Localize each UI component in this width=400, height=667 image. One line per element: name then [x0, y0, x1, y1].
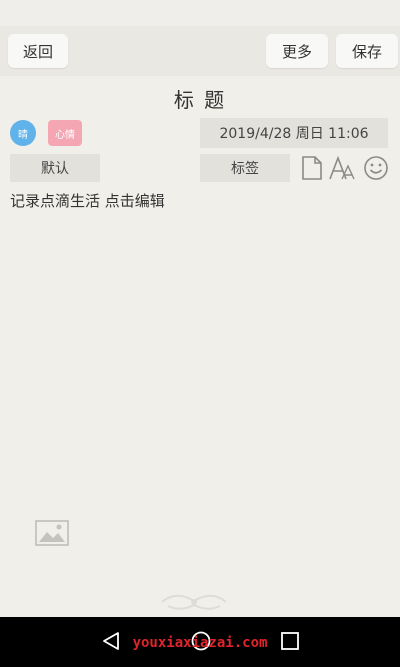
emoji-icon[interactable] [362, 154, 390, 182]
doc-icon[interactable] [298, 154, 326, 182]
back-button[interactable]: 返回 [8, 34, 68, 68]
watermark-text: youxiaxiazai.com [132, 635, 268, 651]
category-selector[interactable]: 默认 [10, 154, 100, 182]
note-body-placeholder[interactable]: 记录点滴生活 点击编辑 [10, 190, 165, 211]
more-button[interactable]: 更多 [266, 34, 328, 68]
datetime-display[interactable]: 2019/4/28 周日 11:06 [200, 118, 388, 148]
ornament-decoration [161, 594, 227, 610]
tag-button[interactable]: 标签 [200, 154, 290, 182]
mood-badge[interactable]: 心情 [48, 120, 82, 146]
image-icon[interactable] [34, 518, 70, 548]
note-title[interactable]: 标 题 [0, 84, 400, 113]
weather-badge[interactable]: 晴 [10, 120, 36, 146]
font-icon[interactable] [328, 154, 356, 182]
status-bar [0, 0, 400, 26]
save-button[interactable]: 保存 [336, 34, 398, 68]
